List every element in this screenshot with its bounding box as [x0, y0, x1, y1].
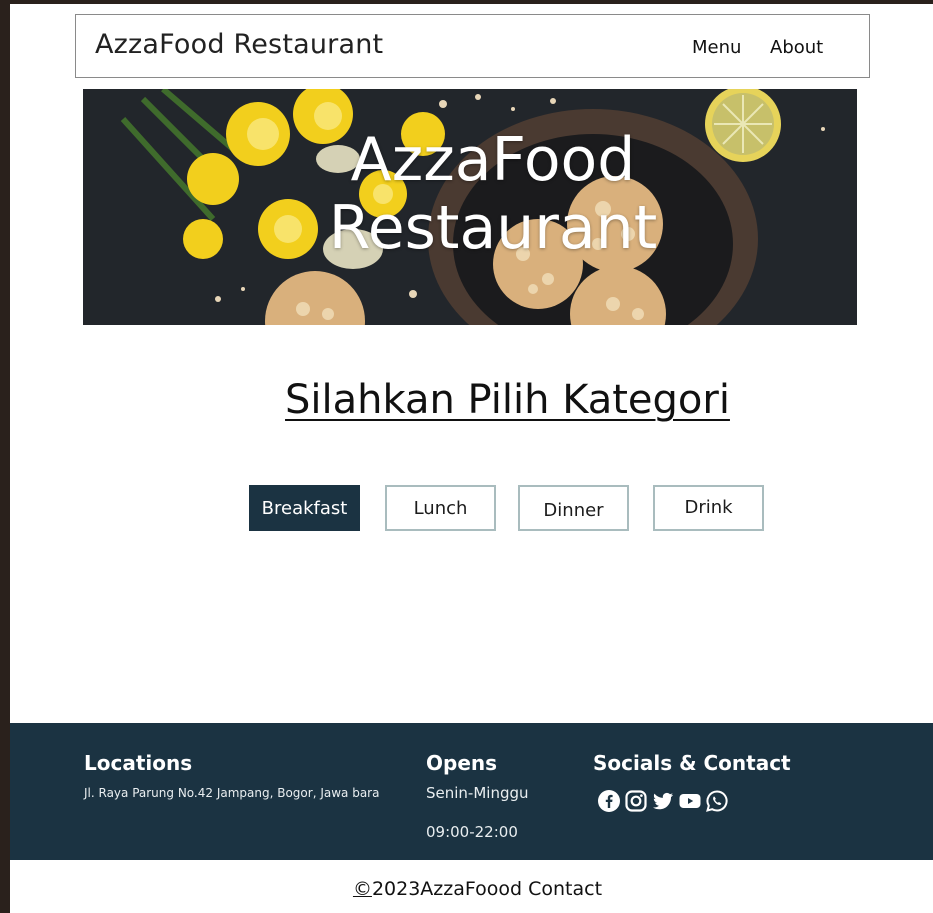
whatsapp-icon[interactable] — [705, 789, 729, 813]
hero-title-line1: AzzaFood — [350, 125, 636, 195]
youtube-icon[interactable] — [678, 789, 702, 813]
copyright-text: 2023AzzaFoood Contact — [371, 878, 603, 900]
category-button-dinner[interactable]: Dinner — [518, 485, 629, 531]
category-button-breakfast[interactable]: Breakfast — [249, 485, 360, 531]
footer-open-hours: 09:00-22:00 — [426, 823, 518, 841]
twitter-icon[interactable] — [651, 789, 675, 813]
copyright-wrap: ©2023AzzaFoood Contact — [353, 878, 602, 900]
hero-banner: AzzaFood Restaurant — [83, 89, 857, 325]
category-heading: Silahkan Pilih Kategori — [10, 377, 933, 423]
footer-locations-heading: Locations — [84, 751, 193, 775]
footer-opens-heading: Opens — [426, 751, 498, 775]
navbar: AzzaFood Restaurant Menu About — [75, 14, 870, 78]
footer-open-days: Senin-Minggu — [426, 784, 529, 802]
copyright-symbol[interactable]: © — [353, 878, 372, 900]
footer-socials-heading: Socials & Contact — [593, 751, 791, 775]
brand-title[interactable]: AzzaFood Restaurant — [95, 29, 383, 60]
facebook-icon[interactable] — [597, 789, 621, 813]
social-icons — [597, 789, 729, 813]
hero-title-line2: Restaurant — [328, 193, 658, 263]
footer: Locations Jl. Raya Parung No.42 Jampang,… — [10, 723, 933, 860]
nav-link-menu[interactable]: Menu — [692, 37, 741, 58]
footer-address: Jl. Raya Parung No.42 Jampang, Bogor, Ja… — [84, 786, 380, 800]
copyright: ©2023AzzaFoood Contact — [10, 878, 933, 900]
nav-link-about[interactable]: About — [770, 37, 823, 58]
category-button-drink[interactable]: Drink — [653, 485, 764, 531]
category-button-lunch[interactable]: Lunch — [385, 485, 496, 531]
category-heading-text: Silahkan Pilih Kategori — [285, 377, 730, 423]
instagram-icon[interactable] — [624, 789, 648, 813]
page: AzzaFood Restaurant Menu About AzzaFood … — [10, 4, 933, 913]
